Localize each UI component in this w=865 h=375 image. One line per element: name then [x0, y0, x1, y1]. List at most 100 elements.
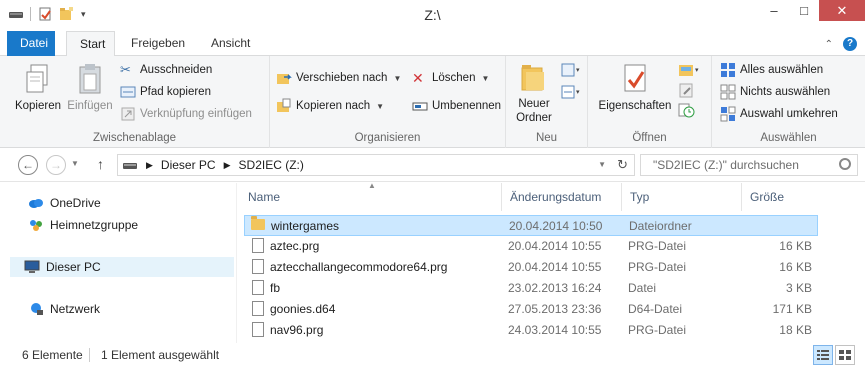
tab-start[interactable]: Start	[66, 31, 115, 57]
delete-button[interactable]: ✕ Löschen ▼	[412, 68, 489, 88]
select-all-button[interactable]: Alles auswählen	[720, 60, 823, 80]
new-folder-label-2: Ordner	[516, 112, 552, 124]
expand-ribbon-icon[interactable]: ⌃	[825, 39, 833, 50]
select-all-label: Alles auswählen	[740, 64, 824, 76]
paste-shortcut-icon	[121, 107, 135, 121]
paste-button[interactable]: Einfügen	[66, 62, 114, 113]
easy-access-icon[interactable]: ▾	[560, 84, 582, 100]
file-list: Name ▲ Änderungsdatum Typ Größe winterga…	[240, 181, 865, 343]
file-row[interactable]: wintergames 20.04.2014 10:50 Dateiordner	[244, 215, 818, 236]
address-history-icon[interactable]: ▼	[598, 160, 606, 169]
file-name: aztecchallangecommodore64.prg	[270, 260, 448, 274]
rename-label: Umbenennen	[432, 100, 502, 112]
nav-item-homegroup[interactable]: Heimnetzgruppe	[28, 215, 138, 235]
file-row[interactable]: goonies.d64 27.05.2013 23:36 D64-Datei 1…	[244, 299, 818, 320]
file-type: PRG-Datei	[628, 323, 687, 337]
refresh-icon[interactable]: ↻	[617, 157, 628, 173]
copy-button[interactable]: Kopieren	[14, 62, 62, 113]
nav-item-network[interactable]: Netzwerk	[28, 299, 100, 319]
move-to-label: Verschieben nach	[296, 72, 388, 84]
file-size: 171 KB	[772, 302, 812, 316]
invert-selection-label: Auswahl umkehren	[740, 108, 838, 120]
details-view-button[interactable]	[813, 345, 833, 365]
invert-selection-button[interactable]: Auswahl umkehren	[720, 104, 838, 124]
tab-datei[interactable]: Datei	[7, 31, 55, 56]
paste-label: Einfügen	[67, 100, 113, 112]
tab-freigeben[interactable]: Freigeben	[118, 31, 198, 56]
copy-path-button[interactable]: Pfad kopieren	[120, 82, 211, 102]
nav-label-network: Netzwerk	[50, 302, 101, 316]
large-icons-view-button[interactable]	[835, 345, 855, 365]
help-icon[interactable]: ?	[843, 37, 857, 51]
new-item-icon[interactable]: ▾	[560, 62, 582, 78]
file-row[interactable]: fb 23.02.2013 16:24 Datei 3 KB	[244, 278, 818, 299]
up-button[interactable]: ↑	[97, 156, 104, 172]
file-size: 16 KB	[779, 239, 812, 253]
breadcrumb-separator[interactable]: ▶	[224, 160, 231, 171]
address-bar[interactable]: ▶ Dieser PC ▶ SD2IEC (Z:) ▼ ↻	[117, 154, 635, 176]
back-button[interactable]: ←	[18, 155, 38, 175]
selection-count: 1 Element ausgewählt	[101, 348, 220, 362]
select-none-button[interactable]: Nichts auswählen	[720, 82, 830, 102]
delete-label: Löschen	[432, 72, 476, 84]
copy-path-label: Pfad kopieren	[140, 86, 211, 98]
new-group-label: Neu	[535, 132, 558, 144]
column-header-size[interactable]: Größe	[742, 183, 818, 211]
select-all-icon	[721, 63, 735, 77]
file-name: nav96.prg	[270, 323, 324, 337]
cut-label: Ausschneiden	[140, 64, 213, 76]
properties-button[interactable]: Eigenschaften	[596, 62, 674, 113]
new-folder-label-1: Neuer	[518, 98, 550, 110]
move-to-button[interactable]: Verschieben nach ▼	[276, 68, 401, 88]
new-folder-icon-large	[521, 65, 544, 91]
minimize-button[interactable]: –	[759, 0, 789, 21]
edit-icon[interactable]	[678, 82, 696, 98]
homegroup-icon	[30, 220, 42, 231]
breadcrumb-separator[interactable]: ▶	[146, 160, 153, 171]
nav-item-this-pc[interactable]: Dieser PC	[10, 257, 234, 277]
breadcrumb-drive[interactable]: SD2IEC (Z:)	[239, 158, 304, 172]
file-row[interactable]: aztec.prg 20.04.2014 10:55 PRG-Datei 16 …	[244, 236, 818, 257]
view-switcher	[813, 345, 855, 365]
new-folder-button[interactable]: Neuer Ordner	[512, 60, 556, 125]
tab-ansicht[interactable]: Ansicht	[198, 31, 263, 56]
group-new: Neuer Ordner ▾ ▾ Neu	[506, 56, 588, 148]
file-icon	[252, 322, 264, 337]
nav-label-onedrive: OneDrive	[50, 196, 101, 210]
ribbon-tabs: Datei Start Freigeben Ansicht ⌃ ?	[0, 31, 865, 57]
file-name: aztec.prg	[270, 239, 320, 253]
file-icon	[252, 301, 264, 316]
column-header-date[interactable]: Änderungsdatum	[502, 183, 622, 211]
forward-button[interactable]: →	[46, 155, 66, 175]
drive-icon	[123, 163, 137, 169]
title-bar: ▾ Z:\ – □ ✕	[0, 0, 865, 31]
nav-item-onedrive[interactable]: OneDrive	[28, 193, 101, 213]
maximize-button[interactable]: □	[789, 0, 819, 21]
open-icon[interactable]: ▾	[678, 62, 704, 78]
search-icon[interactable]	[839, 158, 851, 170]
svg-text:▾: ▾	[695, 67, 699, 74]
close-button[interactable]: ✕	[819, 0, 865, 21]
file-type: Datei	[628, 281, 657, 295]
recent-locations-icon[interactable]: ▼	[71, 159, 79, 168]
file-type: D64-Datei	[628, 302, 683, 316]
pane-splitter[interactable]	[236, 183, 237, 343]
rename-button[interactable]: Umbenennen	[412, 96, 501, 116]
select-group-label: Auswählen	[760, 132, 817, 144]
copy-to-dropdown-icon: ▼	[376, 101, 385, 111]
column-header-type[interactable]: Typ	[622, 183, 742, 211]
history-icon[interactable]	[678, 102, 696, 118]
breadcrumb-this-pc[interactable]: Dieser PC	[161, 158, 216, 172]
file-row[interactable]: nav96.prg 24.03.2014 10:55 PRG-Datei 18 …	[244, 320, 818, 341]
file-size: 16 KB	[779, 260, 812, 274]
invert-selection-icon	[720, 106, 736, 122]
copy-to-button[interactable]: Kopieren nach ▼	[276, 96, 384, 116]
paste-shortcut-button[interactable]: Verknüpfung einfügen	[120, 104, 252, 124]
status-separator	[89, 348, 90, 362]
search-input[interactable]: "SD2IEC (Z:)" durchsuchen	[640, 154, 858, 176]
organize-group-label: Organisieren	[354, 132, 421, 144]
file-row[interactable]: aztecchallangecommodore64.prg 20.04.2014…	[244, 257, 818, 278]
cut-button[interactable]: ✂ Ausschneiden	[120, 60, 212, 80]
clipboard-group-label: Zwischenablage	[92, 132, 177, 144]
copy-to-icon	[277, 98, 291, 112]
